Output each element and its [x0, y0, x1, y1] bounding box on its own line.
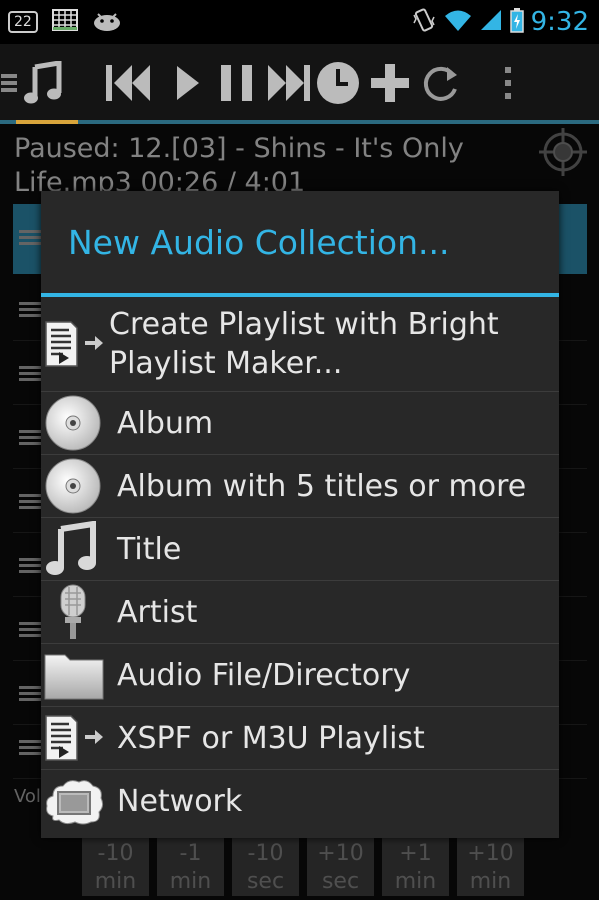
dialog-title: New Audio Collection... — [41, 191, 559, 297]
menu-item-audio-file-directory[interactable]: Audio File/Directory — [41, 644, 559, 707]
notification-count-badge[interactable]: 22 — [8, 11, 38, 33]
menu-item-xspf-m3u-playlist[interactable]: XSPF or M3U Playlist — [41, 707, 559, 770]
menu-item-network[interactable]: Network — [41, 770, 559, 833]
vibrate-icon — [411, 7, 437, 37]
network-cloud-icon — [41, 772, 113, 832]
menu-item-album[interactable]: Album — [41, 392, 559, 455]
menu-icon[interactable] — [0, 68, 18, 98]
grid-app-icon[interactable] — [51, 9, 78, 35]
menu-item-label: Network — [117, 784, 243, 819]
menu-item-label: Album — [117, 405, 214, 441]
previous-icon[interactable] — [88, 63, 168, 103]
microphone-icon — [41, 582, 113, 642]
menu-item-title[interactable]: Title — [41, 518, 559, 581]
pause-icon[interactable] — [208, 63, 266, 103]
next-icon[interactable] — [266, 63, 312, 103]
disc-icon — [41, 456, 113, 516]
clock-icon[interactable] — [312, 60, 364, 106]
menu-item-create-playlist[interactable]: Create Playlist with Bright Playlist Mak… — [41, 297, 559, 392]
clock-time: 9:32 — [530, 7, 589, 37]
playlist-arrow-icon — [41, 314, 105, 374]
play-icon[interactable] — [168, 64, 208, 102]
repeat-icon[interactable] — [416, 63, 466, 103]
android-icon[interactable] — [92, 9, 122, 35]
menu-item-label: XSPF or M3U Playlist — [117, 720, 425, 756]
menu-item-artist[interactable]: Artist — [41, 581, 559, 644]
menu-item-label: Create Playlist with Bright Playlist Mak… — [109, 307, 499, 381]
menu-item-label: Audio File/Directory — [117, 657, 411, 693]
status-bar: 22 9:32 — [0, 0, 599, 44]
music-note-icon — [41, 519, 113, 579]
overflow-icon[interactable] — [488, 65, 528, 101]
music-note-icon[interactable] — [18, 61, 68, 105]
menu-item-label: Title — [117, 531, 182, 567]
disc-icon — [41, 393, 113, 453]
wifi-icon — [443, 8, 473, 36]
folder-icon — [41, 645, 113, 705]
menu-item-album-5-titles[interactable]: Album with 5 titles or more — [41, 455, 559, 518]
add-icon[interactable] — [364, 62, 416, 104]
menu-item-label: Album with 5 titles or more — [117, 468, 527, 504]
signal-icon — [479, 8, 503, 36]
playlist-arrow-icon — [41, 708, 113, 768]
battery-charging-icon — [509, 7, 525, 37]
menu-item-label: Artist — [117, 594, 198, 630]
player-toolbar — [0, 44, 599, 122]
new-collection-dialog: New Audio Collection... Create Playlist … — [41, 191, 559, 838]
